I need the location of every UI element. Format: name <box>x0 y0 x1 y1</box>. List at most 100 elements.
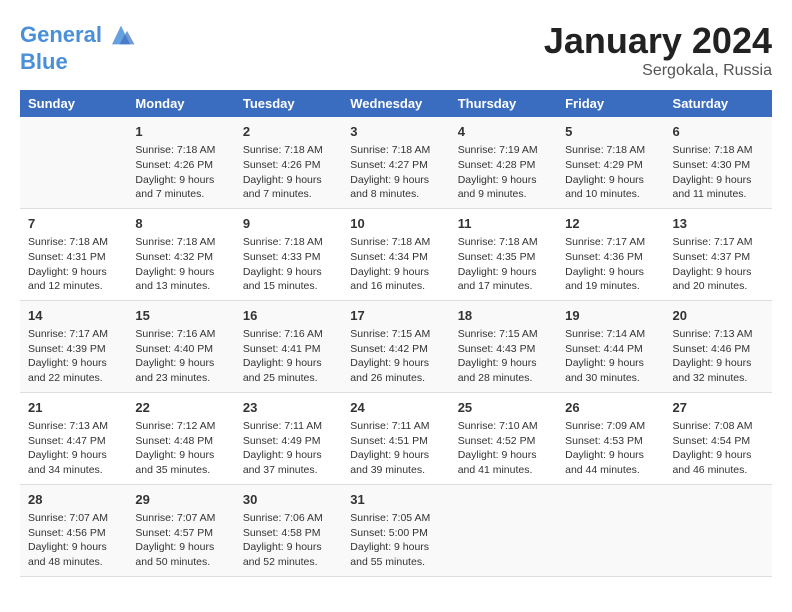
sunset-text: Sunset: 4:30 PM <box>673 158 764 173</box>
day-number: 22 <box>135 399 226 417</box>
sunset-text: Sunset: 4:52 PM <box>458 434 549 449</box>
logo: General Blue <box>20 20 136 74</box>
sunset-text: Sunset: 4:53 PM <box>565 434 656 449</box>
daylight-text: Daylight: 9 hours and 11 minutes. <box>673 173 764 202</box>
sunset-text: Sunset: 4:26 PM <box>135 158 226 173</box>
day-number: 29 <box>135 491 226 509</box>
sunrise-text: Sunrise: 7:09 AM <box>565 419 656 434</box>
calendar-cell: 21 Sunrise: 7:13 AM Sunset: 4:47 PM Dayl… <box>20 392 127 484</box>
calendar-cell: 3 Sunrise: 7:18 AM Sunset: 4:27 PM Dayli… <box>342 117 449 208</box>
daylight-text: Daylight: 9 hours and 20 minutes. <box>673 265 764 294</box>
daylight-text: Daylight: 9 hours and 22 minutes. <box>28 356 119 385</box>
daylight-text: Daylight: 9 hours and 46 minutes. <box>673 448 764 477</box>
day-number: 24 <box>350 399 441 417</box>
calendar-cell <box>665 484 772 576</box>
day-number: 11 <box>458 215 549 233</box>
calendar-cell: 19 Sunrise: 7:14 AM Sunset: 4:44 PM Dayl… <box>557 300 664 392</box>
sunset-text: Sunset: 4:54 PM <box>673 434 764 449</box>
sunrise-text: Sunrise: 7:18 AM <box>673 143 764 158</box>
sunrise-text: Sunrise: 7:18 AM <box>135 235 226 250</box>
daylight-text: Daylight: 9 hours and 35 minutes. <box>135 448 226 477</box>
calendar-cell: 23 Sunrise: 7:11 AM Sunset: 4:49 PM Dayl… <box>235 392 342 484</box>
day-number: 21 <box>28 399 119 417</box>
sunset-text: Sunset: 4:49 PM <box>243 434 334 449</box>
month-title: January 2024 <box>544 20 772 62</box>
sunset-text: Sunset: 4:43 PM <box>458 342 549 357</box>
daylight-text: Daylight: 9 hours and 52 minutes. <box>243 540 334 569</box>
day-number: 15 <box>135 307 226 325</box>
sunset-text: Sunset: 4:27 PM <box>350 158 441 173</box>
logo-blue: Blue <box>20 50 136 74</box>
daylight-text: Daylight: 9 hours and 28 minutes. <box>458 356 549 385</box>
day-number: 30 <box>243 491 334 509</box>
sunrise-text: Sunrise: 7:16 AM <box>243 327 334 342</box>
location: Sergokala, Russia <box>544 62 772 80</box>
sunset-text: Sunset: 4:31 PM <box>28 250 119 265</box>
sunset-text: Sunset: 4:28 PM <box>458 158 549 173</box>
day-number: 14 <box>28 307 119 325</box>
calendar-cell: 20 Sunrise: 7:13 AM Sunset: 4:46 PM Dayl… <box>665 300 772 392</box>
sunrise-text: Sunrise: 7:05 AM <box>350 511 441 526</box>
calendar-cell: 30 Sunrise: 7:06 AM Sunset: 4:58 PM Dayl… <box>235 484 342 576</box>
daylight-text: Daylight: 9 hours and 55 minutes. <box>350 540 441 569</box>
day-number: 28 <box>28 491 119 509</box>
calendar-cell: 18 Sunrise: 7:15 AM Sunset: 4:43 PM Dayl… <box>450 300 557 392</box>
daylight-text: Daylight: 9 hours and 7 minutes. <box>135 173 226 202</box>
calendar-cell: 14 Sunrise: 7:17 AM Sunset: 4:39 PM Dayl… <box>20 300 127 392</box>
daylight-text: Daylight: 9 hours and 9 minutes. <box>458 173 549 202</box>
day-number: 5 <box>565 123 656 141</box>
calendar-cell: 5 Sunrise: 7:18 AM Sunset: 4:29 PM Dayli… <box>557 117 664 208</box>
sunrise-text: Sunrise: 7:07 AM <box>135 511 226 526</box>
daylight-text: Daylight: 9 hours and 8 minutes. <box>350 173 441 202</box>
sunset-text: Sunset: 4:41 PM <box>243 342 334 357</box>
daylight-text: Daylight: 9 hours and 23 minutes. <box>135 356 226 385</box>
calendar-row: 1 Sunrise: 7:18 AM Sunset: 4:26 PM Dayli… <box>20 117 772 208</box>
day-number: 19 <box>565 307 656 325</box>
sunrise-text: Sunrise: 7:16 AM <box>135 327 226 342</box>
calendar-cell: 22 Sunrise: 7:12 AM Sunset: 4:48 PM Dayl… <box>127 392 234 484</box>
sunrise-text: Sunrise: 7:18 AM <box>350 235 441 250</box>
daylight-text: Daylight: 9 hours and 12 minutes. <box>28 265 119 294</box>
calendar-cell: 29 Sunrise: 7:07 AM Sunset: 4:57 PM Dayl… <box>127 484 234 576</box>
sunrise-text: Sunrise: 7:18 AM <box>243 143 334 158</box>
calendar-cell: 1 Sunrise: 7:18 AM Sunset: 4:26 PM Dayli… <box>127 117 234 208</box>
sunset-text: Sunset: 4:44 PM <box>565 342 656 357</box>
day-number: 7 <box>28 215 119 233</box>
calendar-row: 21 Sunrise: 7:13 AM Sunset: 4:47 PM Dayl… <box>20 392 772 484</box>
col-header-monday: Monday <box>127 90 234 117</box>
sunrise-text: Sunrise: 7:18 AM <box>458 235 549 250</box>
calendar-cell <box>557 484 664 576</box>
day-number: 26 <box>565 399 656 417</box>
calendar-cell: 31 Sunrise: 7:05 AM Sunset: 5:00 PM Dayl… <box>342 484 449 576</box>
sunrise-text: Sunrise: 7:18 AM <box>350 143 441 158</box>
sunrise-text: Sunrise: 7:17 AM <box>28 327 119 342</box>
title-block: January 2024 Sergokala, Russia <box>544 20 772 80</box>
calendar-cell: 26 Sunrise: 7:09 AM Sunset: 4:53 PM Dayl… <box>557 392 664 484</box>
day-number: 18 <box>458 307 549 325</box>
sunrise-text: Sunrise: 7:10 AM <box>458 419 549 434</box>
day-number: 12 <box>565 215 656 233</box>
daylight-text: Daylight: 9 hours and 34 minutes. <box>28 448 119 477</box>
sunset-text: Sunset: 4:32 PM <box>135 250 226 265</box>
sunset-text: Sunset: 4:48 PM <box>135 434 226 449</box>
calendar-cell: 16 Sunrise: 7:16 AM Sunset: 4:41 PM Dayl… <box>235 300 342 392</box>
sunset-text: Sunset: 5:00 PM <box>350 526 441 541</box>
daylight-text: Daylight: 9 hours and 41 minutes. <box>458 448 549 477</box>
sunset-text: Sunset: 4:37 PM <box>673 250 764 265</box>
calendar-cell <box>20 117 127 208</box>
calendar-cell: 8 Sunrise: 7:18 AM Sunset: 4:32 PM Dayli… <box>127 208 234 300</box>
daylight-text: Daylight: 9 hours and 7 minutes. <box>243 173 334 202</box>
sunset-text: Sunset: 4:33 PM <box>243 250 334 265</box>
sunrise-text: Sunrise: 7:17 AM <box>565 235 656 250</box>
sunset-text: Sunset: 4:51 PM <box>350 434 441 449</box>
daylight-text: Daylight: 9 hours and 13 minutes. <box>135 265 226 294</box>
day-number: 9 <box>243 215 334 233</box>
sunrise-text: Sunrise: 7:12 AM <box>135 419 226 434</box>
calendar-cell: 25 Sunrise: 7:10 AM Sunset: 4:52 PM Dayl… <box>450 392 557 484</box>
col-header-friday: Friday <box>557 90 664 117</box>
sunrise-text: Sunrise: 7:18 AM <box>565 143 656 158</box>
col-header-sunday: Sunday <box>20 90 127 117</box>
daylight-text: Daylight: 9 hours and 30 minutes. <box>565 356 656 385</box>
daylight-text: Daylight: 9 hours and 17 minutes. <box>458 265 549 294</box>
calendar-cell: 11 Sunrise: 7:18 AM Sunset: 4:35 PM Dayl… <box>450 208 557 300</box>
